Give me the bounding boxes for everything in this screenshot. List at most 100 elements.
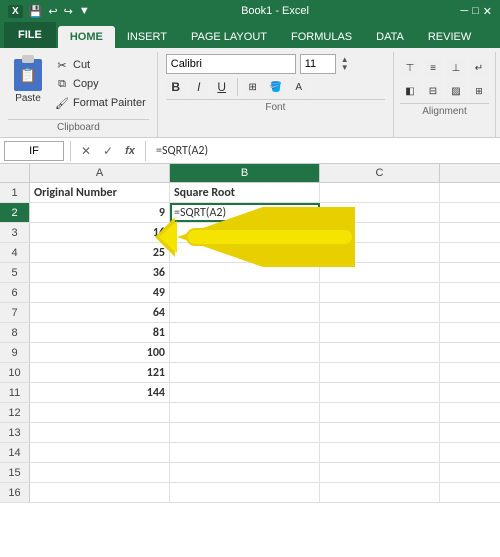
minimize-icon[interactable]: ─: [460, 5, 468, 18]
fill-color-button[interactable]: 🪣: [266, 77, 286, 97]
row-num-9: 9: [0, 343, 30, 362]
cell-a15[interactable]: [30, 463, 170, 482]
cell-c12[interactable]: [320, 403, 440, 422]
col-header-b[interactable]: B: [170, 164, 320, 182]
align-top-button[interactable]: ⊤: [400, 58, 420, 78]
tab-page-layout[interactable]: PAGE LAYOUT: [179, 26, 279, 48]
cell-c15[interactable]: [320, 463, 440, 482]
cell-b16[interactable]: [170, 483, 320, 502]
cell-a7[interactable]: 64: [30, 303, 170, 322]
align-center-button[interactable]: ⊟: [423, 81, 443, 101]
cell-a14[interactable]: [30, 443, 170, 462]
cell-a6[interactable]: 49: [30, 283, 170, 302]
cell-b2[interactable]: =SQRT(A2): [170, 203, 320, 222]
tab-review[interactable]: REVIEW: [416, 26, 483, 48]
cell-b7[interactable]: [170, 303, 320, 322]
cell-b3[interactable]: [170, 223, 320, 242]
cell-b5[interactable]: [170, 263, 320, 282]
cell-c14[interactable]: [320, 443, 440, 462]
wrap-text-button[interactable]: ↵: [469, 58, 489, 78]
cell-c4[interactable]: [320, 243, 440, 262]
font-color-button[interactable]: A: [289, 77, 309, 97]
cell-a11[interactable]: 144: [30, 383, 170, 402]
copy-button[interactable]: ⧉ Copy: [52, 75, 149, 93]
align-right-button[interactable]: ▨: [446, 81, 466, 101]
paste-button[interactable]: 📋 Paste: [8, 54, 48, 109]
cell-b1[interactable]: Square Root: [170, 183, 320, 202]
font-row2: B I U ⊞ 🪣 A: [166, 77, 385, 97]
cell-c16[interactable]: [320, 483, 440, 502]
cell-a4[interactable]: 25: [30, 243, 170, 262]
cell-c8[interactable]: [320, 323, 440, 342]
align-left-button[interactable]: ◧: [400, 81, 420, 101]
align-middle-button[interactable]: ≡: [423, 58, 443, 78]
cell-a13[interactable]: [30, 423, 170, 442]
italic-button[interactable]: I: [189, 77, 209, 97]
align-bottom-button[interactable]: ⊥: [446, 58, 466, 78]
cut-button[interactable]: ✂ Cut: [52, 56, 149, 74]
cell-b13[interactable]: [170, 423, 320, 442]
cell-c6[interactable]: [320, 283, 440, 302]
col-header-a[interactable]: A: [30, 164, 170, 182]
cell-b11[interactable]: [170, 383, 320, 402]
cell-b12[interactable]: [170, 403, 320, 422]
cell-b8[interactable]: [170, 323, 320, 342]
cell-a12[interactable]: [30, 403, 170, 422]
cell-a9[interactable]: 100: [30, 343, 170, 362]
cell-b9[interactable]: [170, 343, 320, 362]
cell-a3[interactable]: 16: [30, 223, 170, 242]
table-row: 7 64: [0, 303, 500, 323]
cell-c13[interactable]: [320, 423, 440, 442]
cell-c11[interactable]: [320, 383, 440, 402]
confirm-formula-button[interactable]: ✓: [99, 142, 117, 160]
format-painter-button[interactable]: 🖌 Format Painter: [52, 94, 149, 112]
row-num-15: 15: [0, 463, 30, 482]
fx-button[interactable]: fx: [121, 142, 139, 160]
font-decrease-button[interactable]: ▼: [340, 64, 350, 72]
bold-button[interactable]: B: [166, 77, 186, 97]
cell-c3[interactable]: [320, 223, 440, 242]
cell-a10[interactable]: 121: [30, 363, 170, 382]
col-header-c[interactable]: C: [320, 164, 440, 182]
cancel-formula-button[interactable]: ✕: [77, 142, 95, 160]
cell-c10[interactable]: [320, 363, 440, 382]
close-icon[interactable]: ✕: [483, 5, 492, 18]
tab-home[interactable]: HOME: [58, 26, 115, 48]
name-box[interactable]: [4, 141, 64, 161]
font-size-input[interactable]: [300, 54, 336, 74]
cell-a2[interactable]: 9: [30, 203, 170, 222]
font-label: Font: [166, 99, 385, 115]
customize-icon[interactable]: ▼: [79, 5, 90, 17]
cell-c5[interactable]: [320, 263, 440, 282]
cell-b6[interactable]: [170, 283, 320, 302]
cell-c7[interactable]: [320, 303, 440, 322]
border-button[interactable]: ⊞: [243, 77, 263, 97]
underline-button[interactable]: U: [212, 77, 232, 97]
undo-icon[interactable]: ↩: [48, 5, 57, 18]
cell-c1[interactable]: [320, 183, 440, 202]
font-name-input[interactable]: [166, 54, 296, 74]
cell-a16[interactable]: [30, 483, 170, 502]
cell-c9[interactable]: [320, 343, 440, 362]
alignment-label: Alignment: [400, 103, 489, 119]
cell-c2[interactable]: [320, 203, 440, 222]
merge-button[interactable]: ⊞: [469, 81, 489, 101]
formula-input[interactable]: [152, 144, 496, 158]
tab-file[interactable]: FILE: [4, 22, 56, 48]
cell-b14[interactable]: [170, 443, 320, 462]
cell-b10[interactable]: [170, 363, 320, 382]
cell-b4[interactable]: [170, 243, 320, 262]
redo-icon[interactable]: ↪: [64, 5, 73, 18]
maximize-icon[interactable]: □: [472, 5, 479, 18]
table-row: 2 9 =SQRT(A2): [0, 203, 500, 223]
spreadsheet-body: 1 Original Number Square Root 2 9 =SQRT(…: [0, 183, 500, 503]
tab-formulas[interactable]: FORMULAS: [279, 26, 364, 48]
cell-a1[interactable]: Original Number: [30, 183, 170, 202]
cell-a5[interactable]: 36: [30, 263, 170, 282]
cell-a8[interactable]: 81: [30, 323, 170, 342]
tab-insert[interactable]: INSERT: [115, 26, 179, 48]
cell-b15[interactable]: [170, 463, 320, 482]
format-painter-icon: 🖌: [55, 96, 69, 110]
tab-data[interactable]: DATA: [364, 26, 416, 48]
save-icon[interactable]: 💾: [29, 5, 43, 18]
